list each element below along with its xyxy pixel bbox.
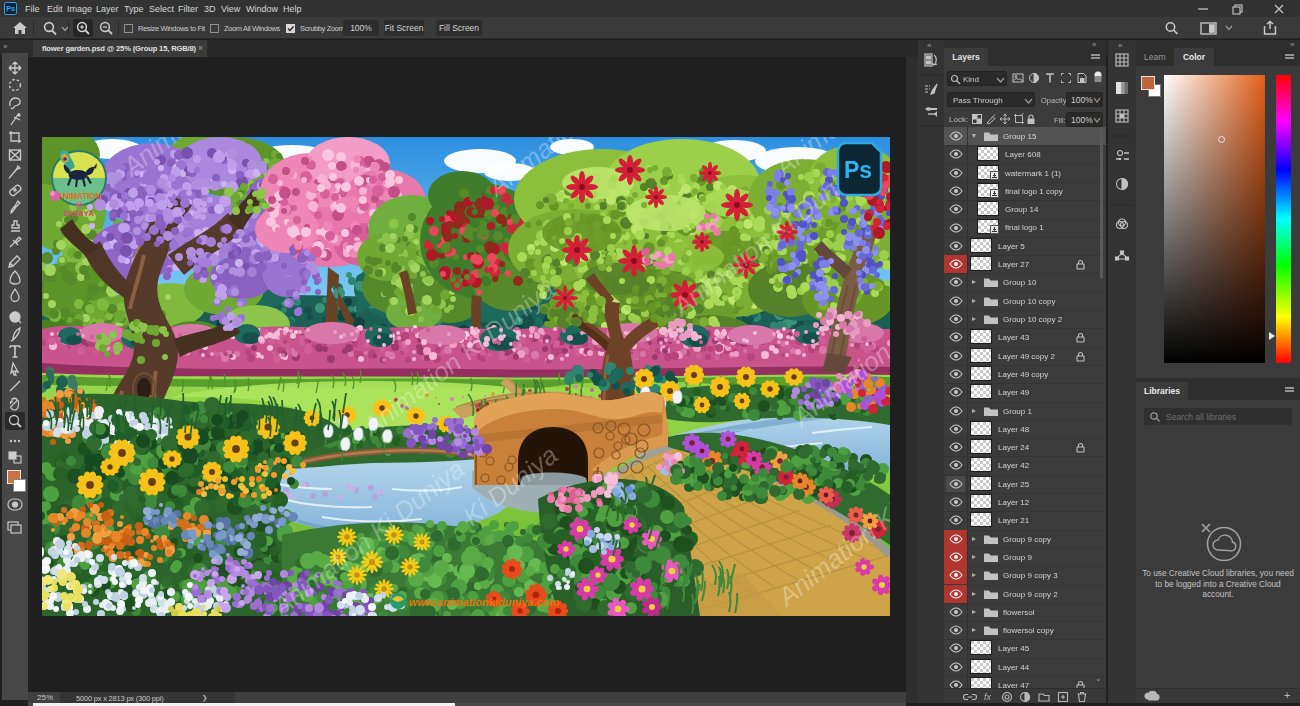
svg-text:ANIMATION: ANIMATION (57, 192, 101, 201)
svg-text:DUNIYA: DUNIYA (64, 209, 94, 218)
svg-text:KI: KI (76, 201, 83, 208)
svg-text:fx: fx (984, 692, 992, 702)
svg-text:Ps: Ps (844, 157, 872, 183)
svg-text:www.animationkiduniya.com: www.animationkiduniya.com (409, 596, 560, 608)
